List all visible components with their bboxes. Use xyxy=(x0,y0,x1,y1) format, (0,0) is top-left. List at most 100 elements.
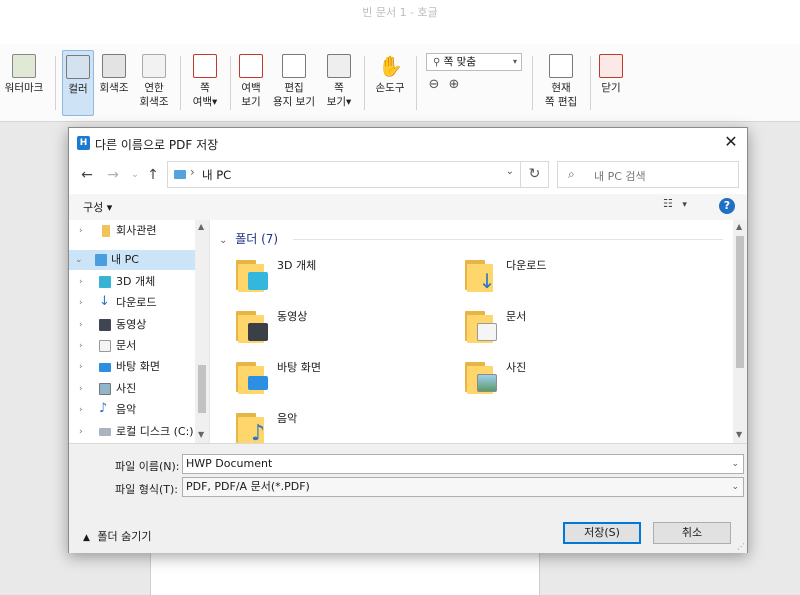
hide-folders-toggle[interactable]: ▲ 폴더 숨기기 xyxy=(83,528,152,544)
chevron-down-icon[interactable]: ⌄ xyxy=(506,166,514,177)
3d-objects-folder-icon xyxy=(236,258,268,292)
chevron-right-icon: › xyxy=(79,320,83,330)
group-header-label: 폴더 (7) xyxy=(235,232,279,246)
navigation-scrollbar[interactable]: ▲ ▼ xyxy=(195,220,209,443)
chevron-down-icon[interactable]: ⌄ xyxy=(731,455,739,473)
zoom-in-icon[interactable]: ⊕ xyxy=(446,77,462,93)
watermark-button[interactable]: 워터마크 xyxy=(2,50,46,116)
view-options-button[interactable]: ☷ ▾ xyxy=(663,197,697,217)
folder-item-videos[interactable]: 동영상 xyxy=(236,305,436,351)
nav-item-company[interactable]: › 회사관련 xyxy=(69,221,196,241)
back-arrow-icon[interactable]: ← xyxy=(77,164,97,186)
filetype-select[interactable]: PDF, PDF/A 문서(*.PDF) ⌄ xyxy=(182,477,744,497)
folder-item-desktop[interactable]: 바탕 화면 xyxy=(236,356,436,402)
refresh-icon[interactable]: ↻ xyxy=(521,161,549,188)
scroll-down-icon[interactable]: ▼ xyxy=(736,430,742,439)
page-view-icon xyxy=(327,54,351,78)
folder-item-pictures[interactable]: 사진 xyxy=(465,356,665,402)
filename-input[interactable]: HWP Document ⌄ xyxy=(182,454,744,474)
folder-item-3d-objects[interactable]: 3D 개체 xyxy=(236,254,436,300)
nav-item-this-pc[interactable]: ⌄ 내 PC xyxy=(69,250,196,270)
scroll-down-icon[interactable]: ▼ xyxy=(198,430,204,439)
hand-tool-button[interactable]: ✋ 손도구 xyxy=(370,50,410,116)
hide-folders-label: 폴더 숨기기 xyxy=(97,530,152,543)
ribbon-separator xyxy=(416,56,417,110)
help-icon[interactable]: ? xyxy=(719,198,735,214)
zoom-out-icon[interactable]: ⊖ xyxy=(426,77,442,93)
exit-icon xyxy=(599,54,623,78)
dialog-titlebar: H 다른 이름으로 PDF 저장 ✕ xyxy=(69,128,747,158)
desktop-icon xyxy=(99,363,111,372)
address-bar[interactable]: › 내 PC ⌄ xyxy=(167,161,521,188)
color-button[interactable]: 컬러 xyxy=(62,50,94,116)
chevron-down-icon: ⌄ xyxy=(75,255,83,265)
edit-current-page-button[interactable]: 현재 쪽 편집 xyxy=(540,50,582,116)
nav-item-pictures[interactable]: › 사진 xyxy=(69,379,196,399)
view-edit-paper-button[interactable]: 편집 용지 보기 xyxy=(270,50,318,116)
chevron-right-icon: › xyxy=(79,277,83,287)
app-titlebar: 빈 문서 1 - 호글 xyxy=(0,0,800,44)
download-icon: ↓ xyxy=(99,294,110,309)
nav-item-videos[interactable]: › 동영상 xyxy=(69,315,196,335)
nav-item-desktop[interactable]: › 바탕 화면 xyxy=(69,357,196,377)
picture-icon xyxy=(99,383,111,395)
view-margin-button[interactable]: 여백 보기 xyxy=(234,50,268,116)
save-options-pane: 파일 이름(N): HWP Document ⌄ 파일 형식(T): PDF, … xyxy=(69,443,747,553)
close-button[interactable]: ✕ xyxy=(715,128,747,156)
folder-item-documents[interactable]: 문서 xyxy=(465,305,665,351)
ribbon-separator xyxy=(532,56,533,110)
file-list: ⌄ 폴더 (7) 3D 개체 ↓ 다운로드 동영상 문서 바탕 화면 사진 ♪ … xyxy=(211,220,747,443)
color-icon xyxy=(66,55,90,79)
grayscale-button[interactable]: 회색조 xyxy=(96,50,132,116)
nav-item-downloads[interactable]: › ↓ 다운로드 xyxy=(69,293,196,313)
page-view-button[interactable]: 쪽 보기▾ xyxy=(322,50,356,116)
chevron-right-icon: › xyxy=(79,384,83,394)
cancel-button[interactable]: 취소 xyxy=(653,522,731,544)
breadcrumb-chevron-icon: › xyxy=(190,165,195,179)
chevron-down-icon: ▾ xyxy=(682,200,687,210)
chevron-up-icon: ▲ xyxy=(83,533,90,543)
search-input[interactable]: ⌕ 내 PC 검색 xyxy=(557,161,739,188)
group-header[interactable]: ⌄ 폴더 (7) xyxy=(219,230,278,247)
zoom-select[interactable]: ⚲ 쪽 맞춤 ▾ xyxy=(426,53,522,71)
nav-item-documents[interactable]: › 문서 xyxy=(69,336,196,356)
folder-item-music[interactable]: ♪ 음악 xyxy=(236,407,436,443)
music-folder-icon: ♪ xyxy=(236,411,268,443)
hand-icon: ✋ xyxy=(378,54,403,78)
ribbon-separator xyxy=(590,56,591,110)
up-arrow-icon[interactable]: ↑ xyxy=(143,164,163,186)
resize-grip-icon[interactable]: ⋰ xyxy=(737,542,745,551)
close-preview-button[interactable]: 닫기 xyxy=(596,50,626,116)
pictures-folder-icon xyxy=(465,360,497,394)
command-bar: 구성 ▾ ☷ ▾ ? xyxy=(69,194,747,220)
recent-locations-chevron-icon[interactable]: ⌄ xyxy=(125,164,145,186)
video-icon xyxy=(99,319,111,331)
edit-page-icon xyxy=(549,54,573,78)
filename-label: 파일 이름(N): xyxy=(115,460,180,473)
scrollbar-thumb[interactable] xyxy=(198,365,206,413)
nav-item-music[interactable]: › ♪ 음악 xyxy=(69,400,196,420)
search-placeholder: 내 PC 검색 xyxy=(594,170,646,183)
folder-item-downloads[interactable]: ↓ 다운로드 xyxy=(465,254,665,300)
3d-objects-icon xyxy=(99,276,111,288)
app-title: 빈 문서 1 - 호글 xyxy=(362,6,438,19)
hwp-app-icon: H xyxy=(77,136,90,150)
organize-button[interactable]: 구성 ▾ xyxy=(83,199,112,215)
ribbon-separator xyxy=(364,56,365,110)
scroll-up-icon[interactable]: ▲ xyxy=(736,222,742,231)
filename-value: HWP Document xyxy=(186,457,273,470)
save-button[interactable]: 저장(S) xyxy=(563,522,641,544)
ribbon-separator xyxy=(180,56,181,110)
nav-item-local-disk[interactable]: › 로컬 디스크 (C:) xyxy=(69,422,196,442)
watermark-icon xyxy=(12,54,36,78)
file-list-scrollbar[interactable]: ▲ ▼ xyxy=(733,220,747,443)
scrollbar-thumb[interactable] xyxy=(736,236,744,368)
scroll-up-icon[interactable]: ▲ xyxy=(198,222,204,231)
ribbon-separator xyxy=(55,56,56,110)
light-grayscale-button[interactable]: 연한 회색조 xyxy=(136,50,172,116)
nav-item-3d-objects[interactable]: › 3D 개체 xyxy=(69,272,196,292)
dialog-title: 다른 이름으로 PDF 저장 xyxy=(95,138,219,152)
page-margin-button[interactable]: 쪽 여백▾ xyxy=(188,50,222,116)
forward-arrow-icon[interactable]: → xyxy=(103,164,123,186)
document-icon xyxy=(99,340,111,352)
